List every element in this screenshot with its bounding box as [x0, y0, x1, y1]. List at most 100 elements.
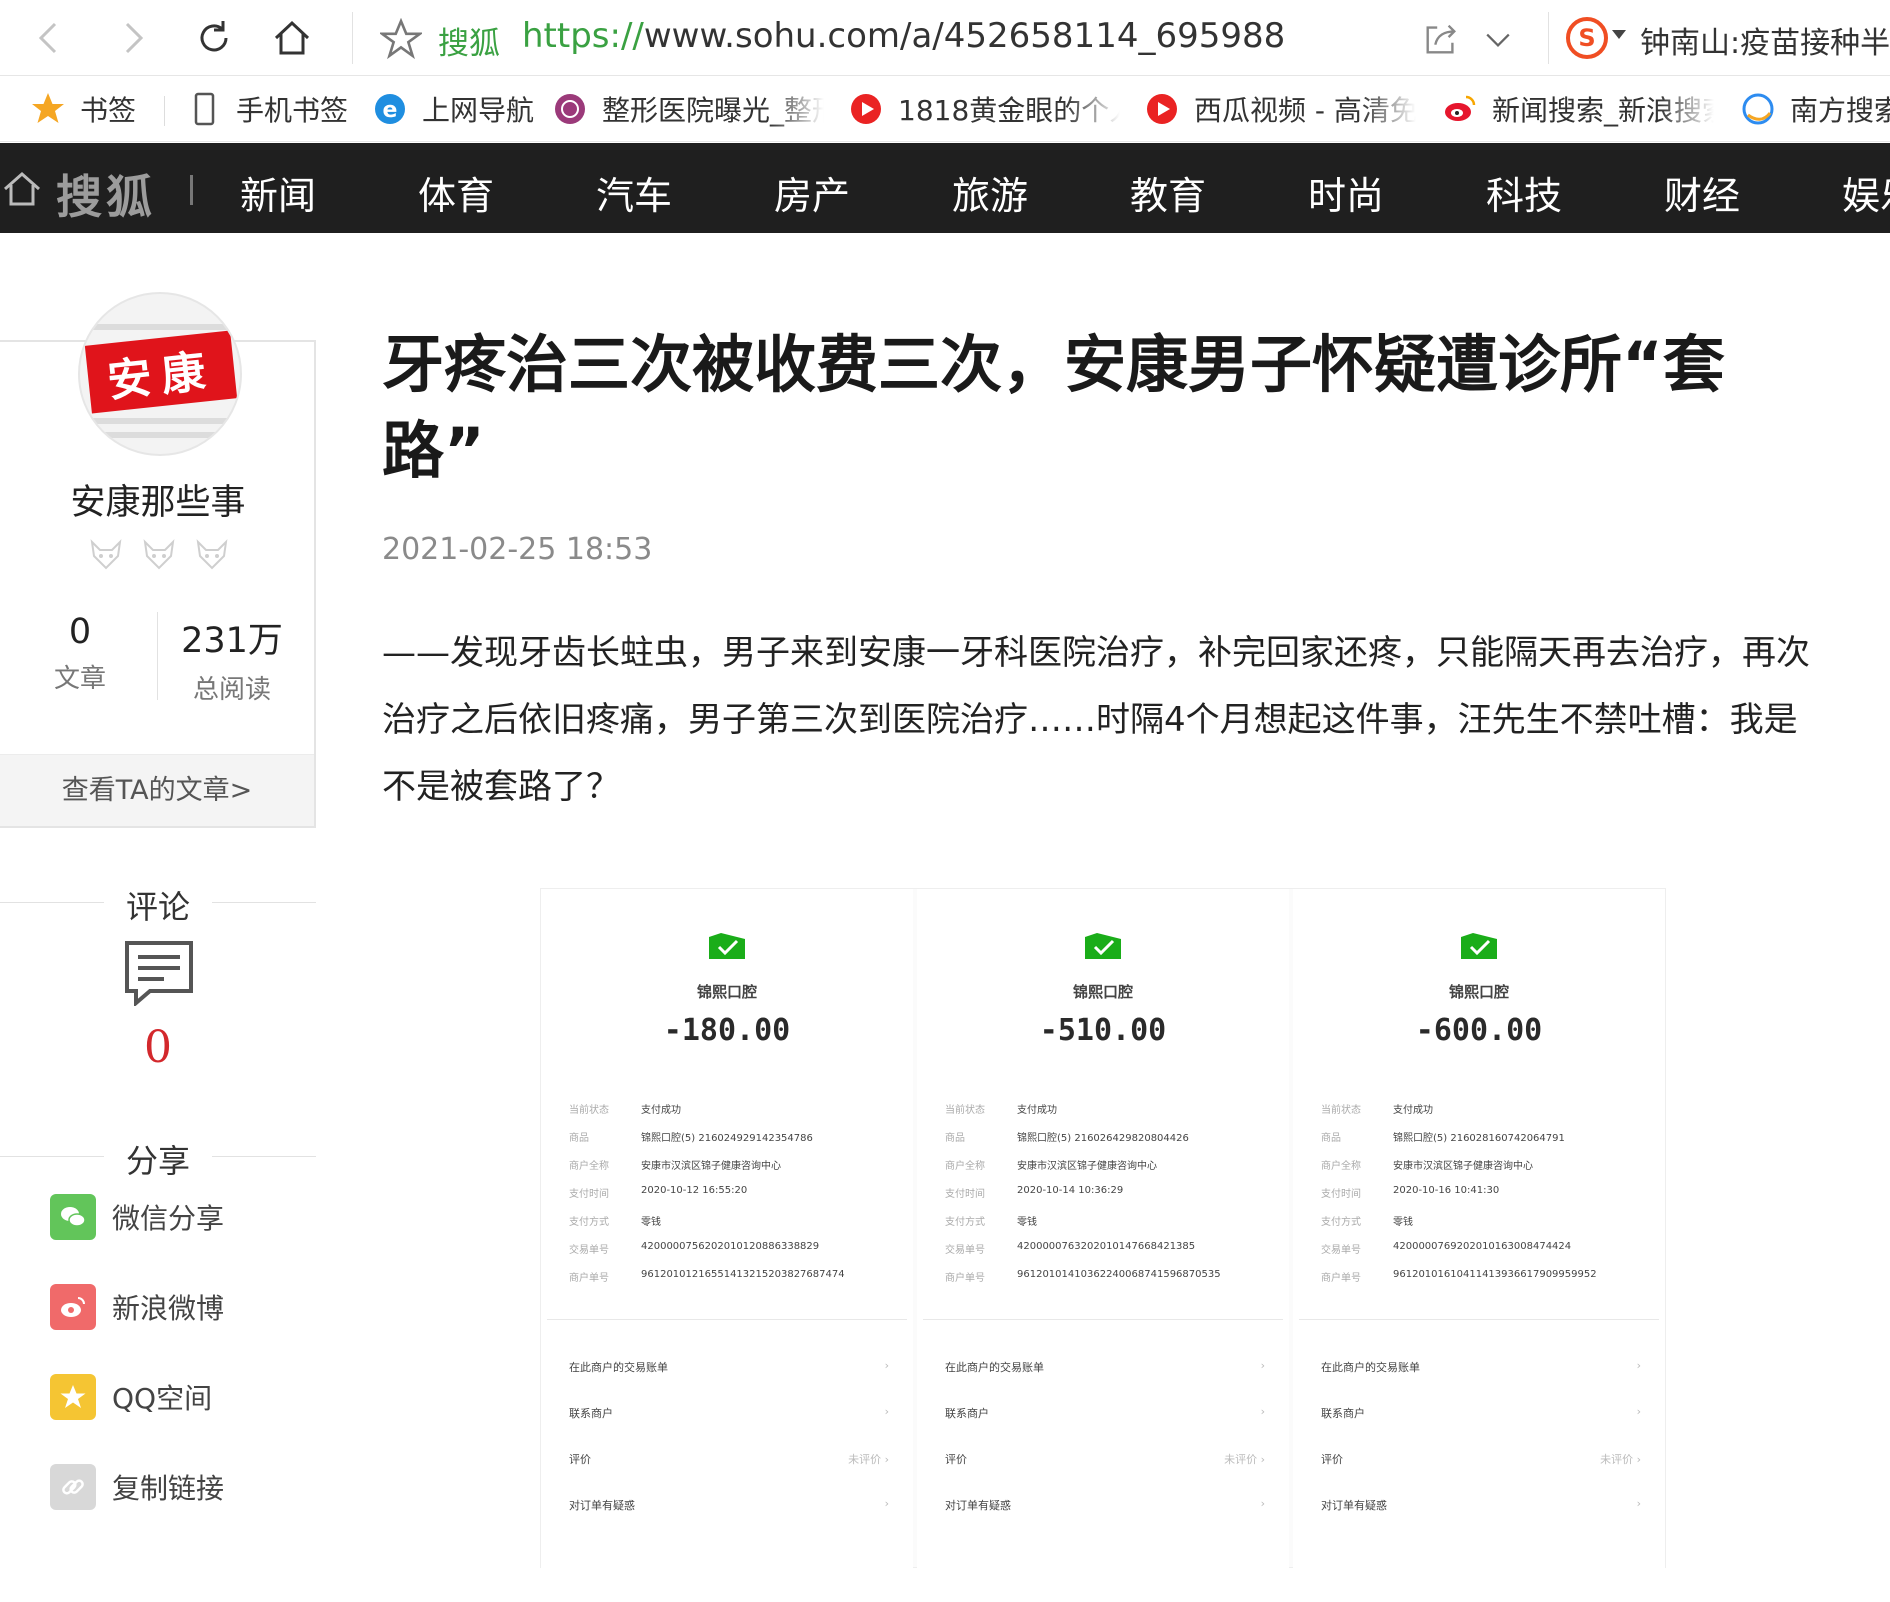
chevron-down-icon[interactable]	[1480, 22, 1516, 58]
toolbar-divider	[352, 12, 353, 64]
share-wechat-button[interactable]: 微信分享	[50, 1194, 224, 1240]
bookmark-label: 手机书签	[236, 94, 349, 127]
bookmark-item[interactable]: 整形医院曝光_整形	[552, 90, 824, 128]
avatar[interactable]: 安康	[78, 292, 242, 456]
nanfang-icon	[1740, 91, 1776, 127]
bookmark-item[interactable]: e 上网导航	[372, 90, 542, 128]
share-label: 新浪微博	[112, 1292, 225, 1325]
copy-link-button[interactable]: 复制链接	[50, 1464, 224, 1510]
receipt-menu-row: 对订单有疑惑 ›	[945, 1497, 1265, 1512]
receipt-detail-row: 支付时间 2020-10-16 10:41:30	[1321, 1185, 1500, 1200]
reads-stat: 231万 总阅读	[157, 612, 307, 706]
receipt-menu-row: 联系商户 ›	[569, 1405, 889, 1420]
reload-button[interactable]	[190, 14, 238, 62]
publish-time: 2021-02-25 18:53	[382, 532, 653, 567]
nav-item[interactable]: 科技	[1486, 165, 1562, 220]
sogou-search-icon[interactable]: S	[1565, 16, 1609, 60]
weibo-icon	[1442, 91, 1478, 127]
receipt-detail-row: 商户全称 安康市汉滨区锦子健康咨询中心	[569, 1161, 781, 1172]
sohu-logo[interactable]: 搜狐	[56, 161, 156, 227]
receipt-merchant: 锦熙口腔	[1072, 983, 1133, 1001]
red-play-icon	[848, 91, 884, 127]
red-play-icon	[1144, 91, 1180, 127]
nav-item[interactable]: 财经	[1664, 165, 1740, 220]
reads-label: 总阅读	[192, 675, 271, 705]
forward-button[interactable]	[108, 14, 156, 62]
star-icon	[30, 91, 66, 127]
receipt-detail-row: 商户全称 安康市汉滨区锦子健康咨询中心	[945, 1161, 1157, 1172]
bookmark-item[interactable]: 新闻搜索_新浪搜索	[1442, 90, 1714, 128]
receipt-menu-row: 评价 未评价 ›	[1321, 1453, 1641, 1466]
bookmark-label: 1818黄金眼的个人	[898, 94, 1120, 127]
receipt-detail-row: 交易单号 4200000763202010147668421385	[945, 1241, 1196, 1256]
reads-count: 231万	[181, 621, 283, 661]
receipt-detail-row: 交易单号 4200000756202010120886338829	[569, 1241, 820, 1256]
receipt-amount: -600.00	[1415, 1013, 1543, 1048]
svg-text:S: S	[1578, 24, 1595, 52]
bookmark-item[interactable]: 手机书签	[186, 90, 356, 128]
caret-down-icon[interactable]	[1612, 30, 1626, 40]
nav-item[interactable]: 旅游	[952, 165, 1028, 220]
receipt-menu-row: 对订单有疑惑 ›	[569, 1497, 889, 1512]
receipt-detail-row: 商品 锦熙口腔(5) 216026429820804426	[945, 1133, 1189, 1144]
home-button[interactable]	[268, 14, 316, 62]
wechat-pay-icon	[709, 933, 745, 959]
receipt-detail-row: 支付方式 零钱	[945, 1217, 1037, 1228]
receipt-menu-row: 评价 未评价 ›	[945, 1453, 1265, 1466]
receipt-detail-row: 商品 锦熙口腔(5) 2160249291423547​86	[569, 1133, 813, 1144]
share-qzone-button[interactable]: QQ空间	[50, 1374, 212, 1420]
bookmark-item[interactable]: 1818黄金眼的个人	[848, 90, 1120, 128]
fox-badge-icon	[196, 539, 228, 570]
payment-receipt: 锦熙口腔 -180.00 当前状态 支付成功 商品 锦熙口腔(5) 21602492…	[541, 889, 913, 1569]
nav-item[interactable]: 娱乐	[1842, 165, 1890, 220]
bookmark-star-icon[interactable]	[380, 18, 422, 60]
comment-icon[interactable]	[124, 940, 194, 1006]
site-nav-bar: 搜狐 新闻 体育 汽车 房产 旅游 教育 时尚 科技 财经 娱乐	[0, 143, 1890, 233]
share-weibo-button[interactable]: 新浪微博	[50, 1284, 224, 1330]
receipt-detail-row: 商户单号 961201014103622400687415968705​35	[945, 1269, 1221, 1284]
nav-item[interactable]: 体育	[418, 165, 494, 220]
nav-divider	[190, 175, 193, 205]
share-heading-label: 分享	[125, 1142, 190, 1180]
receipt-menu-row: 在此商户的交易账单 ›	[569, 1359, 889, 1374]
receipt-details: 当前状态 支付成功 商品 锦熙口腔(5) 2160249291423547​86 商…	[569, 1101, 899, 1297]
receipt-detail-row: 商品 锦熙口腔(5) 216028160742064791	[1321, 1133, 1565, 1144]
bookmark-item[interactable]: 南方搜索	[1740, 90, 1890, 128]
url-field[interactable]: https://www.sohu.com/a/452658114_695988	[522, 16, 1285, 56]
ie-icon: e	[372, 91, 408, 127]
bookmark-item[interactable]: 书签	[30, 90, 150, 128]
bookmark-label: 西瓜视频 - 高清免	[1194, 94, 1416, 127]
nav-item[interactable]: 教育	[1130, 165, 1206, 220]
search-suggestion[interactable]: 钟南山:疫苗接种半年	[1640, 18, 1890, 62]
receipt-detail-row: 支付方式 零钱	[569, 1217, 661, 1228]
receipt-menu-row: 评价 未评价 ›	[569, 1453, 889, 1466]
nav-item[interactable]: 房产	[774, 165, 850, 220]
view-author-articles-link[interactable]: 查看TA的文章>	[0, 754, 314, 826]
payment-receipt: 锦熙口腔 -510.00 当前状态 支付成功 商品 锦熙口腔(5) 21602642…	[917, 889, 1289, 1569]
nav-item[interactable]: 汽车	[596, 165, 672, 220]
home-icon[interactable]	[2, 169, 42, 209]
bookmark-label: 整形医院曝光_整形	[602, 94, 824, 127]
bookmark-item[interactable]: 西瓜视频 - 高清免	[1144, 90, 1416, 128]
receipt-menu-row: 在此商户的交易账单 ›	[1321, 1359, 1641, 1374]
share-heading: 分享	[0, 1136, 316, 1180]
bookmarks-bar: 书签 手机书签 e 上网导航 整形医院曝光_整形 1818黄金眼的个人 西瓜视频…	[0, 76, 1890, 142]
comment-count[interactable]: 0	[0, 1022, 316, 1073]
receipt-details: 当前状态 支付成功 商品 锦熙口腔(5) 216026429820804426 商户…	[945, 1101, 1275, 1297]
articles-count: 0	[68, 612, 92, 652]
nav-item[interactable]: 新闻	[240, 165, 316, 220]
receipt-detail-row: 支付时间 2020-10-12 16:55:20	[569, 1185, 748, 1200]
fox-badge-icon	[90, 539, 122, 570]
author-name[interactable]: 安康那些事	[0, 474, 316, 525]
home-icon	[274, 20, 310, 55]
back-button[interactable]	[26, 14, 74, 62]
share-page-icon[interactable]	[1422, 20, 1460, 58]
author-badges	[86, 534, 232, 578]
receipt-merchant: 锦熙口腔	[1448, 983, 1509, 1001]
receipt-merchant: 锦熙口腔	[696, 983, 757, 1001]
nav-item[interactable]: 时尚	[1308, 165, 1384, 220]
share-label: QQ空间	[112, 1382, 213, 1415]
comments-heading-label: 评论	[125, 888, 190, 926]
wechat-pay-icon	[1461, 933, 1497, 959]
site-name: 搜狐	[438, 26, 500, 62]
